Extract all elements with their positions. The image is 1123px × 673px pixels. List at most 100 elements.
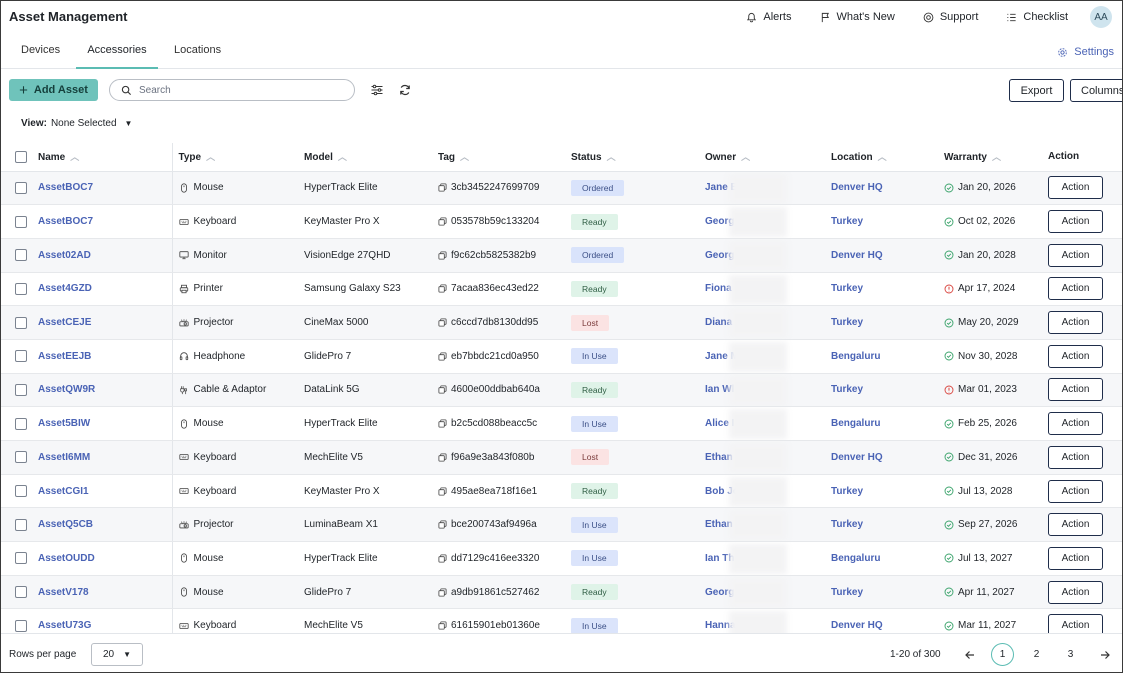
page-3-button[interactable]: 3 — [1059, 643, 1082, 666]
asset-name-link[interactable]: AssetBOC7 — [38, 216, 93, 227]
row-checkbox[interactable] — [15, 282, 27, 295]
row-checkbox[interactable] — [15, 518, 27, 531]
header-location[interactable]: Location ︿ — [825, 143, 938, 172]
add-asset-button[interactable]: + Add Asset — [9, 79, 98, 101]
row-checkbox[interactable] — [15, 350, 27, 363]
location-link[interactable]: Denver HQ — [831, 182, 883, 193]
prev-page-button[interactable] — [958, 643, 981, 666]
owner-link[interactable]: Fiona — [705, 283, 732, 294]
asset-name-link[interactable]: Asset4GZD — [38, 283, 92, 294]
tab-locations[interactable]: Locations — [174, 34, 221, 69]
row-checkbox[interactable] — [15, 249, 27, 262]
location-link[interactable]: Turkey — [831, 216, 863, 227]
row-action-button[interactable]: Action — [1048, 445, 1103, 469]
asset-name-link[interactable]: AssetQ5CB — [38, 519, 93, 530]
table-row[interactable]: AssetBOC7 Mouse HyperTrack Elite 3cb3452… — [1, 171, 1122, 206]
copy-icon[interactable] — [438, 487, 447, 496]
row-action-button[interactable]: Action — [1048, 546, 1103, 570]
table-row[interactable]: AssetI6MM Keyboard MechElite V5 f96a9e3a… — [1, 440, 1122, 475]
header-type[interactable]: Type ︿ — [172, 143, 298, 172]
location-link[interactable]: Turkey — [831, 384, 863, 395]
copy-icon[interactable] — [438, 183, 447, 192]
asset-name-link[interactable]: AssetOUDD — [38, 553, 95, 564]
location-link[interactable]: Denver HQ — [831, 452, 883, 463]
asset-name-link[interactable]: AssetCEJE — [38, 317, 91, 328]
table-row[interactable]: AssetV178 Mouse GlidePro 7 a9db91861c527… — [1, 575, 1122, 610]
asset-name-link[interactable]: AssetU73G — [38, 620, 91, 631]
filter-icon[interactable] — [370, 83, 384, 97]
row-action-button[interactable]: Action — [1048, 614, 1103, 633]
page-2-button[interactable]: 2 — [1025, 643, 1048, 666]
copy-icon[interactable] — [438, 385, 447, 394]
row-checkbox[interactable] — [15, 215, 27, 228]
row-checkbox[interactable] — [15, 619, 27, 632]
page-1-button[interactable]: 1 — [991, 643, 1014, 666]
asset-name-link[interactable]: AssetCGI1 — [38, 486, 89, 497]
row-checkbox[interactable] — [15, 417, 27, 430]
settings-link[interactable]: Settings — [1057, 46, 1114, 58]
tab-accessories[interactable]: Accessories — [76, 34, 158, 69]
copy-icon[interactable] — [438, 251, 447, 260]
copy-icon[interactable] — [438, 217, 447, 226]
copy-icon[interactable] — [438, 284, 447, 293]
table-row[interactable]: Asset5BIW Mouse HyperTrack Elite b2c5cd0… — [1, 406, 1122, 441]
support-link[interactable]: Support — [923, 11, 978, 23]
row-action-button[interactable]: Action — [1048, 311, 1103, 335]
table-row[interactable]: AssetCGI1 Keyboard KeyMaster Pro X 495ae… — [1, 474, 1122, 509]
row-action-button[interactable]: Action — [1048, 176, 1103, 200]
export-button[interactable]: Export — [1009, 79, 1064, 102]
row-action-button[interactable]: Action — [1048, 344, 1103, 368]
header-status[interactable]: Status ︿ — [565, 143, 699, 172]
alerts-link[interactable]: Alerts — [746, 11, 792, 23]
row-checkbox[interactable] — [15, 451, 27, 464]
location-link[interactable]: Turkey — [831, 317, 863, 328]
location-link[interactable]: Bengaluru — [831, 351, 880, 362]
asset-name-link[interactable]: Asset5BIW — [38, 418, 90, 429]
row-action-button[interactable]: Action — [1048, 277, 1103, 301]
table-row[interactable]: AssetU73G Keyboard MechElite V5 61615901… — [1, 608, 1122, 633]
table-row[interactable]: AssetBOC7 Keyboard KeyMaster Pro X 05357… — [1, 204, 1122, 239]
location-link[interactable]: Turkey — [831, 587, 863, 598]
tab-devices[interactable]: Devices — [21, 34, 60, 69]
columns-button[interactable]: Columns — [1070, 79, 1122, 102]
search-input[interactable] — [139, 84, 339, 96]
row-action-button[interactable]: Action — [1048, 378, 1103, 402]
location-link[interactable]: Bengaluru — [831, 418, 880, 429]
copy-icon[interactable] — [438, 352, 447, 361]
asset-name-link[interactable]: AssetI6MM — [38, 452, 90, 463]
row-action-button[interactable]: Action — [1048, 580, 1103, 604]
table-row[interactable]: Asset4GZD Printer Samsung Galaxy S23 7ac… — [1, 272, 1122, 307]
whats-new-link[interactable]: What's New — [820, 11, 895, 23]
table-row[interactable]: AssetCEJE Projector CineMax 5000 c6ccd7d… — [1, 305, 1122, 340]
location-link[interactable]: Denver HQ — [831, 620, 883, 631]
header-model[interactable]: Model ︿ — [298, 143, 432, 172]
view-selector[interactable]: View: None Selected ▼ — [21, 118, 132, 129]
copy-icon[interactable] — [438, 318, 447, 327]
row-action-button[interactable]: Action — [1048, 479, 1103, 503]
header-name[interactable]: Name ︿ — [30, 143, 173, 172]
location-link[interactable]: Denver HQ — [831, 250, 883, 261]
row-checkbox[interactable] — [15, 181, 27, 194]
table-row[interactable]: AssetQW9R Cable & Adaptor DataLink 5G 46… — [1, 373, 1122, 408]
table-row[interactable]: Asset02AD Monitor VisionEdge 27QHD f9c62… — [1, 238, 1122, 273]
next-page-button[interactable] — [1093, 643, 1116, 666]
asset-name-link[interactable]: AssetBOC7 — [38, 182, 93, 193]
select-all-checkbox[interactable] — [15, 150, 27, 163]
table-row[interactable]: AssetEEJB Headphone GlidePro 7 eb7bbdc21… — [1, 339, 1122, 374]
copy-icon[interactable] — [438, 554, 447, 563]
location-link[interactable]: Turkey — [831, 486, 863, 497]
location-link[interactable]: Turkey — [831, 519, 863, 530]
copy-icon[interactable] — [438, 520, 447, 529]
row-checkbox[interactable] — [15, 383, 27, 396]
row-checkbox[interactable] — [15, 586, 27, 599]
row-action-button[interactable]: Action — [1048, 210, 1103, 234]
asset-name-link[interactable]: AssetEEJB — [38, 351, 91, 362]
copy-icon[interactable] — [438, 621, 447, 630]
checklist-link[interactable]: Checklist — [1006, 11, 1068, 23]
row-checkbox[interactable] — [15, 552, 27, 565]
row-checkbox[interactable] — [15, 485, 27, 498]
refresh-icon[interactable] — [398, 83, 412, 97]
table-row[interactable]: AssetQ5CB Projector LuminaBeam X1 bce200… — [1, 507, 1122, 543]
location-link[interactable]: Bengaluru — [831, 553, 880, 564]
row-action-button[interactable]: Action — [1048, 412, 1103, 436]
